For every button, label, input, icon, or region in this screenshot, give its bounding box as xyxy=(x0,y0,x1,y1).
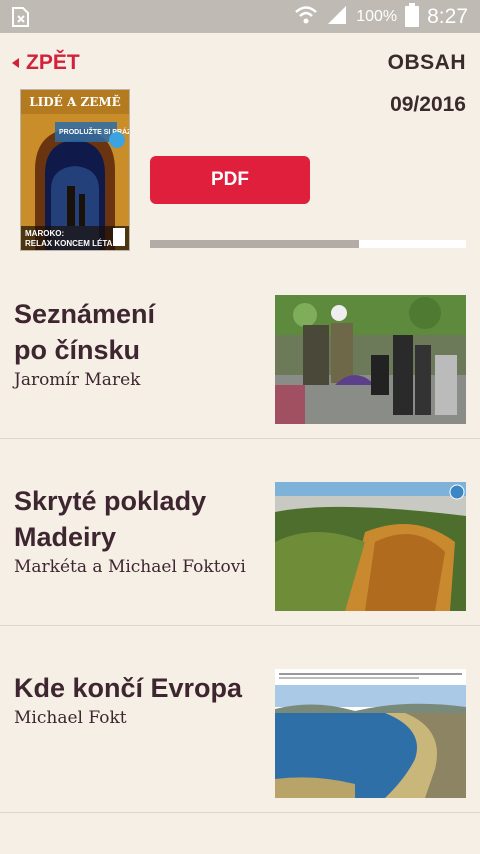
back-label: ZPĚT xyxy=(26,51,80,74)
magazine-cover[interactable]: LIDÉ A ZEMĚ PRODLUŽTE SI PRÁZDNINY MAROK… xyxy=(20,89,130,251)
wifi-icon xyxy=(294,5,318,30)
coastline-photo xyxy=(275,669,466,798)
article-author: Michael Fokt xyxy=(14,708,127,728)
notification-icon xyxy=(10,6,32,28)
article-author: Markéta a Michael Foktovi xyxy=(14,557,246,577)
contents-button[interactable]: OBSAH xyxy=(388,51,466,75)
download-progress-fill xyxy=(150,240,359,248)
people-park-photo xyxy=(275,295,466,424)
clock: 8:27 xyxy=(427,5,468,28)
cover-line2: MAROKO: xyxy=(25,229,64,238)
article-author: Jaromír Marek xyxy=(14,370,141,390)
issue-date: 09/2016 xyxy=(390,93,466,116)
article-title: Kde končí Evropa xyxy=(14,673,243,703)
cover-line3: RELAX KONCEM LÉTA xyxy=(25,239,113,248)
article-title: Seznámení po čínsku xyxy=(14,299,156,365)
battery-icon xyxy=(405,2,420,32)
article-item[interactable]: Seznámení po čínsku Jaromír Marek xyxy=(0,252,480,439)
article-item[interactable]: Skryté poklady Madeiry Markéta a Michael… xyxy=(0,439,480,626)
article-title: Skryté poklady Madeiry xyxy=(14,486,207,552)
pdf-button[interactable]: PDF xyxy=(150,156,310,204)
back-arrow-icon xyxy=(12,58,19,68)
download-progress-bar xyxy=(150,240,466,248)
status-bar: 100% 8:27 xyxy=(0,0,480,33)
cover-masthead: LIDÉ A ZEMĚ xyxy=(29,94,121,109)
signal-icon xyxy=(326,4,348,31)
madeira-cliff-photo xyxy=(275,482,466,611)
back-button[interactable]: ZPĚT xyxy=(12,51,80,75)
top-bar: ZPĚT OBSAH xyxy=(0,33,480,93)
article-item[interactable]: Kde končí Evropa Michael Fokt xyxy=(0,626,480,813)
battery-percent: 100% xyxy=(356,8,398,25)
